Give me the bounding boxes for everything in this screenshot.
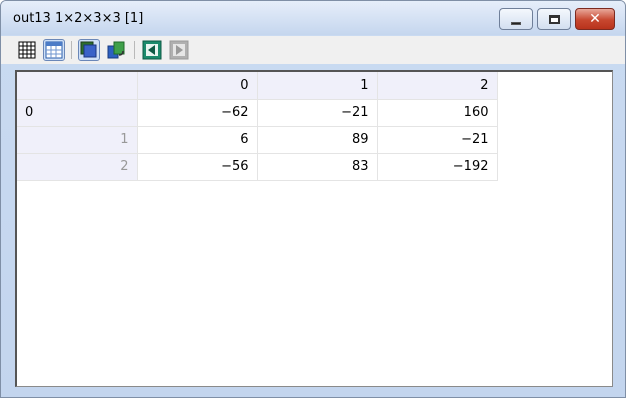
column-header[interactable]: 2	[377, 72, 498, 100]
next-button[interactable]	[168, 39, 190, 61]
table-cell[interactable]: −62	[137, 99, 258, 127]
prev-button[interactable]	[141, 39, 163, 61]
minimize-button[interactable]	[499, 8, 533, 30]
prev-icon	[142, 40, 162, 60]
row-header[interactable]: 2	[17, 153, 138, 181]
toolbar-separator	[71, 41, 72, 59]
table-cell[interactable]: −21	[257, 99, 378, 127]
toolbar	[1, 36, 625, 64]
table-cell[interactable]: 83	[257, 153, 378, 181]
layer-button[interactable]	[78, 39, 100, 61]
grid-view-button[interactable]	[16, 39, 38, 61]
table-view-icon	[45, 41, 63, 59]
rotate-icon	[107, 41, 125, 59]
minimize-icon	[511, 21, 521, 25]
maximize-button[interactable]	[537, 8, 571, 30]
next-icon	[169, 40, 189, 60]
column-header[interactable]: 1	[257, 72, 378, 100]
table-view-button[interactable]	[43, 39, 65, 61]
table-cell[interactable]: −192	[377, 153, 498, 181]
column-header[interactable]: 0	[137, 72, 258, 100]
table-cell[interactable]: 89	[257, 126, 378, 154]
table-cell[interactable]: 160	[377, 99, 498, 127]
row-header[interactable]: 0	[17, 99, 138, 127]
table-cell[interactable]: −56	[137, 153, 258, 181]
table-row: 2 −56 83 −192	[17, 153, 498, 181]
table-cell[interactable]: −21	[377, 126, 498, 154]
data-grid[interactable]: 0 1 2 0 −62 −21 160 1 6 89 −21 2 −56 83 …	[15, 70, 613, 387]
title-bar[interactable]: out13 1×2×3×3 [1] ✕	[1, 1, 625, 35]
array-table: 0 1 2 0 −62 −21 160 1 6 89 −21 2 −56 83 …	[17, 72, 498, 181]
header-row: 0 1 2	[17, 72, 498, 100]
close-button[interactable]: ✕	[575, 8, 615, 30]
maximize-icon	[548, 14, 560, 24]
grid-icon	[18, 41, 36, 59]
rotate-button[interactable]	[105, 39, 127, 61]
row-header[interactable]: 1	[17, 126, 138, 154]
close-icon: ✕	[589, 11, 601, 27]
window: out13 1×2×3×3 [1] ✕ 0 1 2 0 −62 −21 160 …	[0, 0, 626, 398]
window-controls: ✕	[495, 8, 615, 30]
layer-icon	[80, 41, 97, 58]
window-title: out13 1×2×3×3 [1]	[13, 11, 144, 26]
table-row: 1 6 89 −21	[17, 126, 498, 154]
corner-cell	[17, 72, 138, 100]
table-cell[interactable]: 6	[137, 126, 258, 154]
toolbar-separator	[134, 41, 135, 59]
table-row: 0 −62 −21 160	[17, 99, 498, 127]
